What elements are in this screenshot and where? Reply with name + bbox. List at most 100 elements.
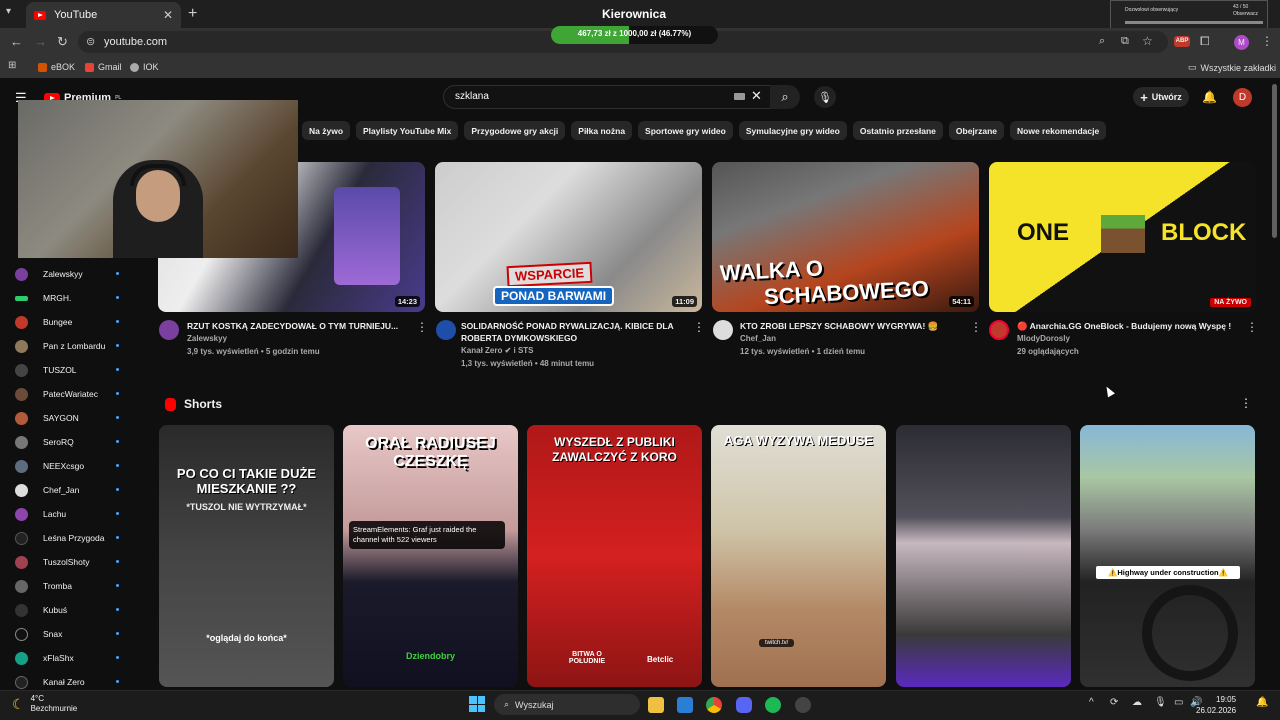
create-button[interactable]: + Utwórz	[1133, 87, 1189, 107]
sidebar-item-channel[interactable]: Zalewskyy	[0, 262, 140, 286]
short-thumbnail[interactable]: ORAŁ RADIUSEJ CZESZKĘ StreamElements: Gr…	[343, 425, 518, 687]
subscriptions-sidebar: Zalewskyy MRGH. Bungee Pan z Lombardu TU…	[0, 262, 140, 694]
extensions-icon[interactable]: ⧠	[1200, 34, 1210, 49]
notifications-bell-icon[interactable]: 🔔	[1202, 90, 1217, 104]
tray-cloud-icon[interactable]: ☁	[1132, 697, 1142, 708]
sidebar-item-channel[interactable]: Leśna Przygoda	[0, 526, 140, 550]
video-menu-icon[interactable]: ⋮	[970, 320, 982, 334]
notification-center-icon[interactable]: 🔔	[1256, 697, 1268, 708]
sidebar-item-channel[interactable]: MRGH.	[0, 286, 140, 310]
sidebar-item-channel[interactable]: Kubuś	[0, 598, 140, 622]
store-icon[interactable]	[677, 697, 693, 713]
short-thumbnail[interactable]: ⚠️Highway under construction⚠️	[1080, 425, 1255, 687]
chrome-icon[interactable]	[706, 697, 722, 713]
site-info-icon[interactable]: ⊜	[86, 35, 95, 48]
zoom-icon[interactable]: ⌕	[1099, 35, 1105, 48]
video-thumbnail[interactable]: WALKA O SCHABOWEGO 54:11	[712, 162, 979, 312]
back-icon[interactable]: ←	[10, 34, 23, 49]
video-menu-icon[interactable]: ⋮	[416, 320, 428, 334]
sidebar-item-channel[interactable]: Snax	[0, 622, 140, 646]
chip-mix[interactable]: Playlisty YouTube Mix	[356, 121, 459, 140]
windows-start-icon[interactable]	[469, 696, 485, 712]
sidebar-item-channel[interactable]: TUSZOL	[0, 358, 140, 382]
sidebar-item-channel[interactable]: xFlaShx	[0, 646, 140, 670]
window-title: Kierownica	[601, 7, 667, 21]
chip-adventure[interactable]: Przygodowe gry akcji	[464, 121, 566, 140]
adblock-icon[interactable]: ABP	[1174, 36, 1190, 47]
keyboard-icon[interactable]	[734, 93, 745, 100]
bookmark-ebok[interactable]: eBOK	[38, 62, 75, 72]
reload-icon[interactable]: ↻	[57, 34, 68, 50]
chip-recent[interactable]: Ostatnio przesłane	[852, 121, 943, 140]
all-bookmarks[interactable]: ▭ Wszystkie zakładki	[1188, 62, 1276, 73]
taskbar-search[interactable]: ⌕ Wyszukaj	[494, 694, 640, 715]
sidebar-item-channel[interactable]: Pan z Lombardu	[0, 334, 140, 358]
video-title[interactable]: 🔴 Anarchia.GG OneBlock - Budujemy nową W…	[1017, 320, 1237, 332]
sidebar-item-channel[interactable]: Chef_Jan	[0, 478, 140, 502]
video-title[interactable]: SOLIDARNOŚĆ PONAD RYWALIZACJĄ. KIBICE DL…	[461, 320, 681, 344]
page-scrollbar[interactable]	[1272, 84, 1277, 238]
channel-name: Snax	[43, 629, 63, 639]
video-title[interactable]: KTO ZROBI LEPSZY SCHABOWY WYGRYWA! 🍔	[740, 320, 960, 332]
short-thumbnail[interactable]: AGA WYZYWA MEDUSE twitch.tv/	[711, 425, 886, 687]
obs-icon[interactable]	[795, 697, 811, 713]
discord-icon[interactable]	[736, 697, 752, 713]
tray-chevron-icon[interactable]: ^	[1089, 697, 1094, 708]
video-channel[interactable]: Kanał Zero ✔ i STS	[461, 344, 681, 357]
sidebar-item-channel[interactable]: PatecWariatec	[0, 382, 140, 406]
sidebar-item-channel[interactable]: SeroRQ	[0, 430, 140, 454]
chip-new[interactable]: Nowe rekomendacje	[1010, 121, 1107, 140]
bookmark-iok[interactable]: IOK	[130, 62, 159, 72]
sidebar-item-channel[interactable]: Lachu	[0, 502, 140, 526]
chip-football[interactable]: Piłka nożna	[571, 121, 633, 140]
profile-avatar[interactable]: M	[1234, 35, 1249, 50]
cast-icon[interactable]: ⧉	[1121, 35, 1129, 48]
url-text[interactable]: youtube.com	[104, 36, 167, 48]
short-thumbnail[interactable]: WYSZEDŁ Z PUBLIKI ZAWALCZYĆ Z KORO Betcl…	[527, 425, 702, 687]
weather-widget[interactable]: ☾ 4°C Bezchmurnie	[12, 694, 77, 714]
file-explorer-icon[interactable]	[648, 697, 664, 713]
search-input[interactable]	[443, 85, 775, 109]
sidebar-item-channel[interactable]: Bungee	[0, 310, 140, 334]
search-button[interactable]: ⌕	[770, 85, 800, 109]
short-thumbnail[interactable]	[896, 425, 1071, 687]
new-content-dot	[116, 392, 119, 395]
channel-avatar[interactable]	[436, 320, 456, 340]
shorts-menu-icon[interactable]: ⋮	[1240, 396, 1252, 410]
spotify-icon[interactable]	[765, 697, 781, 713]
taskbar-clock[interactable]: 19:05 26.02.2026	[1196, 694, 1236, 716]
video-menu-icon[interactable]: ⋮	[693, 320, 705, 334]
chip-live[interactable]: Na żywo	[302, 121, 351, 140]
video-channel[interactable]: Zalewskyy	[187, 332, 407, 345]
chip-sports-games[interactable]: Sportowe gry wideo	[638, 121, 733, 140]
video-title[interactable]: RZUT KOSTKĄ ZADECYDOWAŁ O TYM TURNIEJU..…	[187, 320, 407, 332]
browser-menu-icon[interactable]: ⋮	[1261, 34, 1273, 48]
account-avatar[interactable]: D	[1233, 88, 1252, 107]
video-menu-icon[interactable]: ⋮	[1246, 320, 1258, 334]
sidebar-item-channel[interactable]: TuszolShoty	[0, 550, 140, 574]
tray-network-icon[interactable]: ▭	[1174, 697, 1183, 708]
voice-search-button[interactable]: 🎙	[814, 86, 836, 108]
channel-name: Zalewskyy	[43, 269, 83, 279]
chip-sim-games[interactable]: Symulacyjne gry wideo	[738, 121, 847, 140]
sidebar-item-channel[interactable]: Tromba	[0, 574, 140, 598]
forward-icon[interactable]: →	[34, 34, 47, 49]
video-thumbnail[interactable]: ONE BLOCK NA ŻYWO	[989, 162, 1256, 312]
tray-sync-icon[interactable]: ⟳	[1110, 697, 1118, 708]
short-thumbnail[interactable]: PO CO CI TAKIE DUŻE MIESZKANIE ?? *TUSZO…	[159, 425, 334, 687]
bookmark-star-icon[interactable]: ☆	[1142, 34, 1153, 48]
bookmark-gmail[interactable]: Gmail	[85, 62, 122, 72]
video-channel[interactable]: Chef_Jan	[740, 332, 960, 345]
clear-search-icon[interactable]: ✕	[751, 88, 762, 104]
chip-watched[interactable]: Obejrzane	[948, 121, 1004, 140]
channel-avatar[interactable]	[159, 320, 179, 340]
video-thumbnail[interactable]: WSPARCIE PONAD BARWAMI 11:09	[435, 162, 702, 312]
channel-avatar[interactable]	[713, 320, 733, 340]
sidebar-item-channel[interactable]: SAYGON	[0, 406, 140, 430]
search-value[interactable]: szklana	[455, 91, 489, 102]
apps-grid-icon[interactable]: ⊞	[8, 60, 16, 71]
channel-avatar-live[interactable]	[989, 320, 1009, 340]
video-channel[interactable]: MlodyDorosly	[1017, 332, 1237, 345]
sidebar-item-channel[interactable]: NEEXcsgo	[0, 454, 140, 478]
tray-mic-icon[interactable]: 🎙	[1154, 697, 1167, 708]
